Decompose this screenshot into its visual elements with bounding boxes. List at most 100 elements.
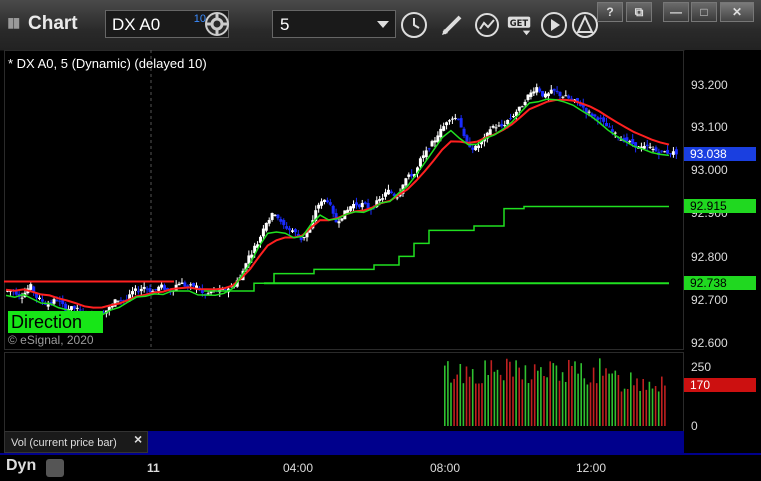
volume-bar (552, 363, 555, 426)
candle-body (142, 286, 146, 289)
volume-bar (639, 390, 641, 426)
volume-bar (527, 383, 530, 426)
candle-body (450, 118, 454, 120)
volume-bar (462, 383, 465, 426)
pencil-icon[interactable] (438, 11, 466, 39)
candle-body (320, 201, 324, 206)
candle-body (651, 149, 655, 151)
candle-body (386, 189, 390, 195)
volume-bar (657, 391, 660, 426)
volume-bar (453, 378, 455, 426)
candle-body (593, 114, 597, 117)
candle-body (55, 300, 59, 302)
x-tick: 12:00 (576, 461, 607, 475)
ma-price-flag: 92.915 (684, 199, 756, 213)
candle-body (270, 213, 274, 220)
volume-bar (484, 360, 486, 426)
candle-body (288, 228, 292, 231)
volume-bar (524, 365, 527, 426)
candle-body (613, 132, 617, 134)
volume-bar (595, 383, 598, 426)
candle-body (325, 200, 329, 203)
candle-body (381, 198, 385, 200)
candle-body (605, 122, 609, 127)
step-line (204, 205, 669, 292)
candle-body (453, 117, 457, 119)
candle-body (599, 117, 603, 119)
clock-icon[interactable] (400, 11, 428, 39)
candle-body (357, 204, 361, 208)
mode-label[interactable]: Dyn (6, 457, 36, 475)
gear-icon[interactable] (204, 11, 230, 37)
volume-bar (636, 378, 638, 426)
volume-chart[interactable] (4, 352, 684, 432)
candle-body (273, 214, 277, 216)
volume-bar (471, 369, 474, 426)
get-data-icon[interactable]: GET (506, 11, 536, 39)
volume-bar (506, 358, 508, 426)
volume-bar (645, 389, 648, 426)
title-bar: ▮▮ Chart DX A0 10 5 GET ? ⧉ — □ ✕ (0, 0, 761, 51)
study-label: * DX A0, 5 (Dynamic) (delayed 10) (8, 56, 207, 71)
candle-body (37, 297, 41, 299)
candle-body (131, 291, 135, 295)
restore-button[interactable]: ⧉ (626, 2, 652, 22)
volume-label: Vol (current price bar) (4, 431, 148, 453)
candle-body (192, 283, 196, 287)
candle-body (322, 199, 326, 203)
interval-select[interactable]: 5 (272, 10, 396, 38)
candle-body (148, 288, 152, 293)
close-button[interactable]: ✕ (720, 2, 754, 22)
candle-body (477, 145, 481, 148)
volume-bar (648, 381, 651, 426)
candle-body (660, 150, 664, 152)
candle-body (517, 106, 521, 111)
volume-bar (478, 383, 480, 426)
price-axis[interactable]: 93.200 93.100 93.000 92.900 92.800 92.70… (685, 50, 761, 434)
candle-body (433, 140, 437, 143)
help-button[interactable]: ? (597, 2, 623, 22)
close-icon[interactable]: × (134, 431, 142, 447)
candle-body (462, 128, 466, 136)
volume-bar (583, 378, 586, 426)
candle-body (535, 87, 539, 93)
studies-icon[interactable] (474, 11, 502, 39)
price-chart[interactable] (4, 50, 684, 350)
candle-body (555, 90, 559, 92)
candle-body (506, 119, 510, 125)
lock-icon[interactable] (46, 459, 64, 477)
candle-body (532, 91, 536, 94)
candle-body (520, 106, 524, 108)
maximize-button[interactable]: □ (691, 2, 717, 22)
candle-body (445, 122, 449, 126)
volume-bar (580, 363, 582, 426)
candle-body (497, 125, 501, 127)
candle-body (69, 306, 73, 310)
volume-bar (537, 370, 539, 426)
candle-body (456, 118, 460, 120)
vol-tick: 0 (691, 419, 698, 433)
candle-body (276, 214, 280, 219)
ma-line-green (5, 98, 670, 318)
volume-bar (444, 365, 446, 426)
play-icon[interactable] (540, 11, 568, 39)
minimize-button[interactable]: — (663, 2, 689, 22)
volume-bar (546, 377, 548, 426)
volume-bar (599, 358, 601, 426)
time-axis[interactable]: Dyn 11 04:00 08:00 12:00 (0, 455, 761, 481)
candle-body (407, 174, 411, 177)
candle-body (418, 158, 422, 167)
candle-body (299, 237, 303, 241)
candle-body (549, 89, 553, 94)
symbol-input[interactable]: DX A0 10 (105, 10, 229, 38)
candle-body (285, 226, 289, 229)
candle-body (567, 95, 571, 99)
volume-bar (490, 360, 493, 426)
svg-text:GET: GET (510, 18, 529, 28)
candle-body (206, 293, 210, 295)
grip-icon[interactable]: ▮▮ (7, 14, 21, 34)
direction-badge[interactable]: Direction (8, 311, 103, 333)
candle-body (52, 299, 56, 304)
alert-icon[interactable] (571, 11, 599, 39)
chart-window: ▮▮ Chart DX A0 10 5 GET ? ⧉ — □ ✕ * DX A… (0, 0, 761, 481)
